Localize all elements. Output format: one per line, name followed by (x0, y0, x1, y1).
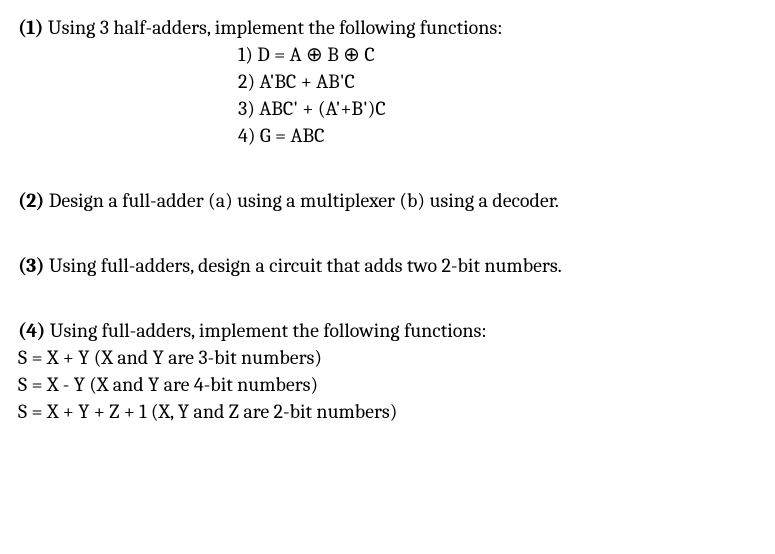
problem-1-subs: 1) D = A ⊕ B ⊕ C 2) A'BC + AB'C 3) ABC' … (238, 41, 757, 149)
problem-4-subs: S = X + Y (X and Y are 3-bit numbers) S … (18, 344, 757, 425)
sub-item: S = X - Y (X and Y are 4-bit numbers) (18, 371, 757, 398)
problem-2-prompt: (2) Design a full-adder (a) using a mult… (18, 187, 757, 214)
problem-number: (1) (18, 16, 43, 39)
sub-item: 4) G = ABC (238, 122, 757, 149)
problem-2: (2) Design a full-adder (a) using a mult… (18, 187, 757, 214)
problem-prompt-text: Using full-adders, implement the followi… (50, 319, 487, 342)
problem-number: (4) (18, 319, 45, 342)
problem-number: (2) (18, 189, 44, 212)
problem-prompt-text: Design a full-adder (a) using a multiple… (49, 189, 559, 212)
sub-item: 3) ABC' + (A'+B')C (238, 95, 757, 122)
problem-number: (3) (18, 254, 44, 277)
problem-4-prompt: (4) Using full-adders, implement the fol… (18, 317, 757, 344)
sub-item: 2) A'BC + AB'C (238, 68, 757, 95)
problem-1: (1) Using 3 half-adders, implement the f… (18, 14, 757, 149)
problem-1-prompt: (1) Using 3 half-adders, implement the f… (18, 14, 757, 41)
sub-item: S = X + Y + Z + 1 (X, Y and Z are 2-bit … (18, 398, 757, 425)
problem-prompt-text: Using full-adders, design a circuit that… (49, 254, 562, 277)
problem-3-prompt: (3) Using full-adders, design a circuit … (18, 252, 757, 279)
problem-3: (3) Using full-adders, design a circuit … (18, 252, 757, 279)
sub-item: S = X + Y (X and Y are 3-bit numbers) (18, 344, 757, 371)
problem-4: (4) Using full-adders, implement the fol… (18, 317, 757, 425)
sub-item: 1) D = A ⊕ B ⊕ C (238, 41, 757, 68)
problem-prompt-text: Using 3 half-adders, implement the follo… (48, 16, 503, 39)
